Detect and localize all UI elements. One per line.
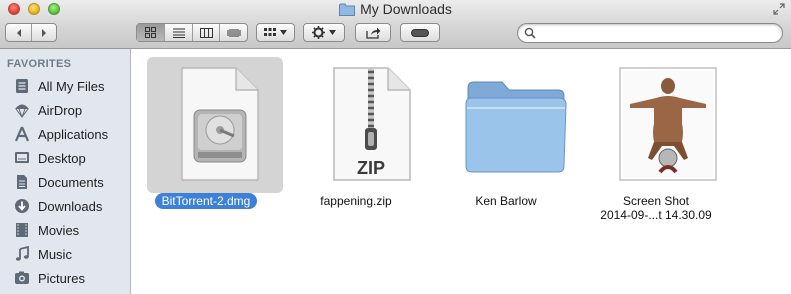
chevron-left-icon — [16, 28, 21, 37]
chevron-right-icon — [42, 28, 46, 37]
view-mode-control — [136, 23, 248, 42]
sidebar-item-label: Desktop — [38, 150, 86, 166]
screenshot-thumbnail-icon — [619, 67, 717, 181]
file-name-label: Ken Barlow — [475, 194, 537, 208]
sidebar-item-label: Downloads — [38, 198, 103, 214]
applications-icon — [13, 125, 31, 143]
sidebar-item-label: All My Files — [38, 78, 105, 94]
sidebar-item-airdrop[interactable]: AirDrop — [0, 98, 130, 122]
documents-icon — [13, 173, 31, 191]
sidebar-item-all-my-files[interactable]: All My Files — [0, 74, 130, 98]
window-title: My Downloads — [360, 1, 452, 17]
disk-image-icon — [181, 67, 259, 181]
fullscreen-icon[interactable] — [773, 3, 785, 15]
file-name: Screen Shot 2014-09-...t 14.30.09 — [581, 194, 731, 222]
sidebar-item-movies[interactable]: Movies — [0, 218, 130, 242]
back-forward-control — [5, 23, 57, 42]
sidebar-item-music[interactable]: Music — [0, 242, 130, 266]
sidebar-item-desktop[interactable]: Desktop — [0, 146, 130, 170]
share-icon — [365, 27, 380, 39]
column-view-icon — [199, 27, 213, 38]
favorites-header: FAVORITES — [7, 58, 72, 70]
file-item-folder[interactable]: Ken Barlow — [431, 49, 581, 279]
sidebar: FAVORITES All My Files AirDrop Applicati… — [0, 49, 131, 294]
sidebar-item-downloads[interactable]: Downloads — [0, 194, 130, 218]
share-button[interactable] — [355, 23, 391, 42]
title-bar: My Downloads — [0, 0, 791, 49]
list-view-button[interactable] — [164, 24, 192, 41]
sidebar-item-label: Movies — [38, 222, 80, 238]
folder-icon — [339, 3, 356, 16]
sidebar-item-applications[interactable]: Applications — [0, 122, 130, 146]
file-name: fappening.zip — [281, 194, 431, 208]
toggle-pill-icon — [411, 28, 429, 37]
file-name-label: fappening.zip — [320, 194, 392, 208]
list-view-icon — [172, 28, 185, 38]
file-name-label: Screen Shot — [622, 194, 690, 208]
search-field[interactable] — [517, 23, 783, 43]
chevron-down-icon — [280, 30, 287, 35]
file-name: Ken Barlow — [431, 194, 581, 208]
file-name-label: BitTorrent-2.dmg — [154, 193, 258, 209]
sidebar-item-pictures[interactable]: Pictures — [0, 266, 130, 290]
gear-icon — [312, 26, 325, 39]
sidebar-item-label: Pictures — [38, 270, 85, 286]
forward-button[interactable] — [31, 24, 56, 41]
zip-label: ZIP — [357, 158, 385, 178]
arrange-button[interactable] — [256, 23, 295, 42]
icon-view-icon — [145, 27, 157, 38]
sidebar-item-label: AirDrop — [38, 102, 83, 118]
airdrop-icon — [13, 101, 31, 119]
zip-archive-icon: ZIP — [333, 67, 411, 181]
action-button[interactable] — [303, 23, 345, 42]
column-view-button[interactable] — [191, 24, 220, 41]
chevron-down-icon — [329, 30, 336, 35]
icon-view-button[interactable] — [137, 24, 165, 41]
sidebar-item-label: Documents — [38, 174, 104, 190]
file-name: BitTorrent-2.dmg — [131, 193, 281, 209]
file-name-line2: 2014-09-...t 14.30.09 — [600, 208, 712, 222]
file-item-screenshot[interactable]: Screen Shot 2014-09-...t 14.30.09 — [581, 49, 731, 279]
file-icon-grid: BitTorrent-2.dmg ZIP fappening.zip Ken B… — [131, 49, 791, 294]
pictures-icon — [13, 269, 31, 287]
coverflow-view-button[interactable] — [219, 24, 247, 41]
file-item-zip[interactable]: ZIP fappening.zip — [281, 49, 431, 279]
downloads-icon — [13, 197, 31, 215]
sidebar-item-label: Applications — [38, 126, 109, 142]
sidebar-item-documents[interactable]: Documents — [0, 170, 130, 194]
window-title-area: My Downloads — [0, 1, 791, 17]
arrange-grid-icon — [264, 27, 276, 36]
folder-icon — [465, 81, 567, 173]
back-button[interactable] — [6, 24, 31, 41]
all-files-icon — [13, 77, 31, 95]
file-item-dmg[interactable]: BitTorrent-2.dmg — [131, 49, 283, 279]
coverflow-view-icon — [227, 28, 241, 37]
search-input[interactable] — [540, 25, 779, 42]
movies-icon — [13, 221, 31, 239]
desktop-icon — [13, 149, 31, 167]
search-icon — [524, 27, 536, 39]
sidebar-item-label: Music — [38, 246, 72, 262]
tags-toggle-button[interactable] — [400, 23, 440, 42]
music-icon — [13, 245, 31, 263]
